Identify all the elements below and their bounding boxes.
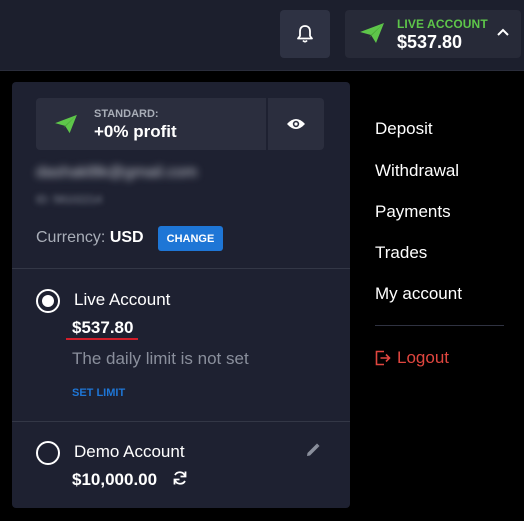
demo-account-radio[interactable] (36, 441, 60, 465)
currency-value: USD (109, 229, 144, 246)
pencil-icon[interactable] (305, 442, 321, 458)
live-balance-underline (66, 338, 138, 340)
logout-button[interactable]: Logout (375, 348, 449, 368)
live-account-balance: $537.80 (72, 318, 134, 337)
user-email: dashakl8k@gmail.com (36, 164, 198, 181)
refresh-icon[interactable] (172, 470, 188, 486)
demo-account-title: Demo Account (74, 442, 185, 461)
chevron-up-icon (497, 28, 509, 36)
bell-icon (297, 25, 313, 43)
plan-box: STANDARD: +0% profit (36, 98, 266, 150)
divider (12, 268, 350, 269)
top-bar: LIVE ACCOUNT $537.80 (0, 0, 524, 70)
menu-item-deposit[interactable]: Deposit (375, 119, 433, 139)
user-id: ID: 58102214 (36, 194, 103, 206)
menu-item-trades[interactable]: Trades (375, 243, 427, 263)
toggle-visibility-button[interactable] (268, 98, 324, 150)
menu-divider (375, 325, 504, 326)
menu-item-payments[interactable]: Payments (375, 202, 451, 222)
set-limit-link[interactable]: SET LIMIT (72, 387, 125, 399)
account-type-label: LIVE ACCOUNT (397, 17, 488, 31)
paper-plane-icon (55, 114, 77, 134)
account-switcher-button[interactable]: LIVE ACCOUNT $537.80 (345, 10, 521, 58)
paper-plane-icon (360, 23, 384, 43)
plan-label: STANDARD: (94, 108, 159, 120)
live-account-radio[interactable] (36, 289, 60, 313)
demo-account-balance: $10,000.00 (72, 470, 158, 489)
account-balance: $537.80 (397, 32, 463, 52)
eye-icon (287, 119, 305, 129)
currency-row: Currency: USD (36, 229, 144, 247)
plan-value: +0% profit (94, 122, 177, 141)
menu-item-my-account[interactable]: My account (375, 284, 462, 304)
notifications-button[interactable] (280, 10, 330, 58)
account-panel: STANDARD: +0% profit dashakl8k@gmail.com… (12, 82, 350, 508)
menu-item-withdrawal[interactable]: Withdrawal (375, 161, 459, 181)
logout-icon (375, 350, 391, 366)
daily-limit-text: The daily limit is not set (72, 349, 249, 368)
live-account-title: Live Account (74, 290, 171, 309)
divider (12, 421, 350, 422)
change-currency-button[interactable]: CHANGE (158, 226, 223, 251)
logout-label: Logout (397, 348, 449, 367)
currency-label: Currency: (36, 229, 106, 246)
